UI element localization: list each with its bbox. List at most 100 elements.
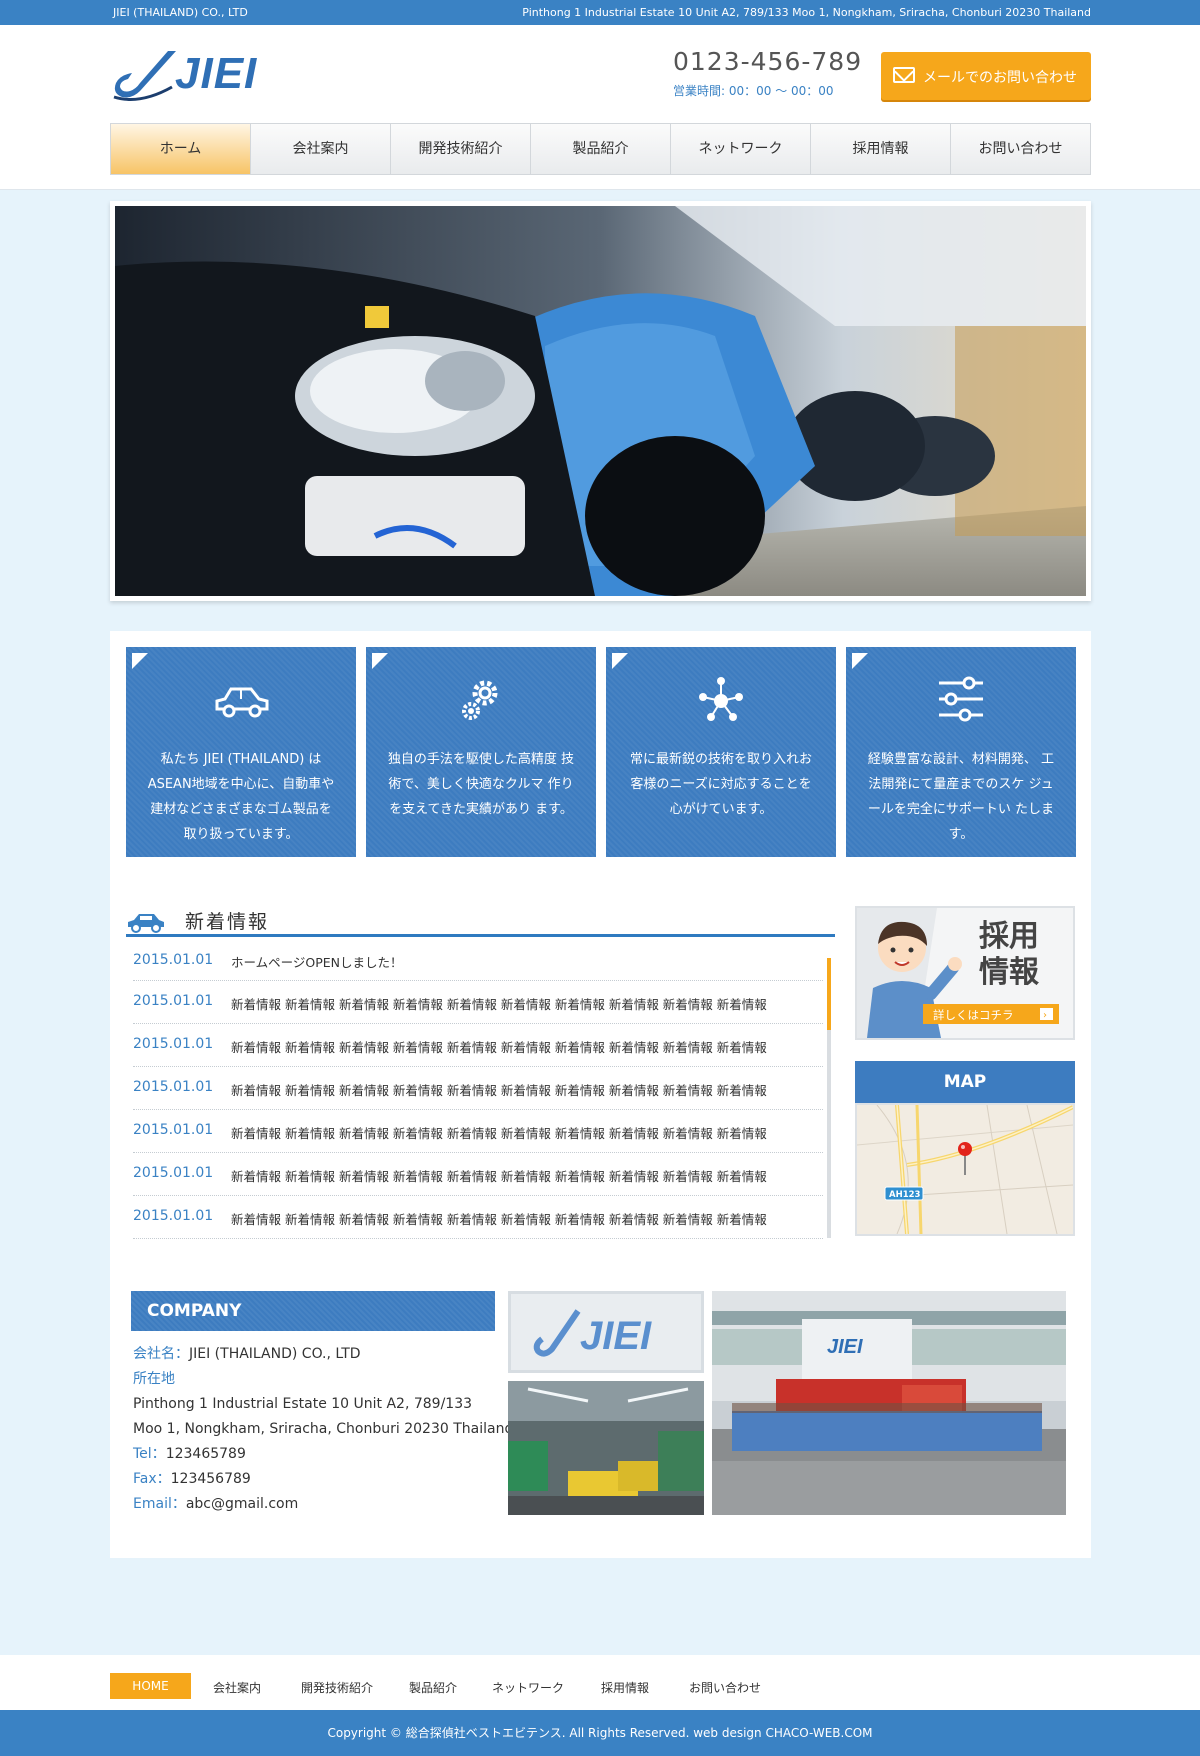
news-date: 2015.01.01 — [133, 952, 214, 968]
car-icon — [215, 687, 269, 718]
hero-image — [115, 206, 1086, 596]
company-fax-label: Fax： — [133, 1471, 171, 1487]
topbar-address: Pinthong 1 Industrial Estate 10 Unit A2,… — [522, 6, 1091, 19]
phone-number: 0123-456-789 — [673, 47, 863, 76]
logo-swoosh-icon — [113, 51, 176, 101]
news-date: 2015.01.01 — [133, 1165, 214, 1181]
header: JIEI 0123-456-789 営業時間: 00：00 〜 00：00 メー… — [0, 25, 1200, 190]
business-hours: 営業時間: 00：00 〜 00：00 — [673, 84, 834, 98]
news-item[interactable]: 2015.01.01 ホームページOPENしました！ — [133, 945, 823, 981]
company-tel-label: Tel： — [133, 1446, 166, 1462]
company-name-label: 会社名： — [133, 1346, 189, 1362]
news-item[interactable]: 2015.01.01 新着情報 新着情報 新着情報 新着情報 新着情報 新着情報… — [133, 1153, 823, 1196]
recruit-illustration: 採用 情報 詳しくはコチラ › — [857, 908, 1073, 1038]
main-nav: ホーム 会社案内 開発技術紹介 製品紹介 ネットワーク 採用情報 お問い合わせ — [110, 123, 1091, 175]
logo-text: JIEI — [175, 49, 258, 98]
sliders-icon — [939, 676, 983, 722]
mail-contact-label: メールでのお問い合わせ — [923, 70, 1077, 86]
feature-text-1: 私たち JIEI (THAILAND) は ASEAN地域を中心に、自動車や 建… — [147, 752, 335, 842]
footer-nav-home[interactable]: HOME — [110, 1673, 191, 1699]
building-team-image: JIEI — [712, 1291, 1066, 1515]
nav-network[interactable]: ネットワーク — [671, 124, 811, 174]
photo-logo-text: JIEI — [580, 1314, 652, 1358]
news-date: 2015.01.01 — [133, 1079, 214, 1095]
news-item[interactable]: 2015.01.01 新着情報 新着情報 新着情報 新着情報 新着情報 新着情報… — [133, 1110, 823, 1153]
photo-logo-sign: JIEI — [508, 1291, 704, 1373]
news-heading: 新着情報 — [126, 901, 835, 937]
map-image: AH123 — [857, 1105, 1073, 1234]
nav-recruit[interactable]: 採用情報 — [811, 124, 951, 174]
gears-icon — [462, 680, 498, 720]
nav-home[interactable]: ホーム — [111, 124, 251, 174]
topbar-company: JIEI (THAILAND) CO., LTD — [113, 6, 248, 19]
footer-nav-network[interactable]: ネットワーク — [492, 1679, 564, 1696]
company-tel-row: Tel：123465789 — [133, 1442, 513, 1467]
mail-contact-button[interactable]: メールでのお問い合わせ — [881, 52, 1091, 100]
news-date: 2015.01.01 — [133, 993, 214, 1009]
company-name-row: 会社名：JIEI (THAILAND) CO., LTD — [133, 1342, 513, 1367]
company-email-row: Email：abc@gmail.com — [133, 1492, 513, 1517]
feature-text-2: 独自の手法を駆使した高精度 技術で、美しく快適なクルマ 作りを支えてきた実績があ… — [387, 752, 575, 817]
company-tel[interactable]: 123465789 — [166, 1446, 246, 1462]
top-bar: JIEI (THAILAND) CO., LTD Pinthong 1 Indu… — [0, 0, 1200, 25]
nav-company[interactable]: 会社案内 — [251, 124, 391, 174]
map-road-label: AH123 — [889, 1190, 921, 1200]
footer-nav-contact[interactable]: お問い合わせ — [689, 1679, 761, 1696]
news-text: 新着情報 新着情報 新着情報 新着情報 新着情報 新着情報 新着情報 新着情報 … — [231, 1126, 767, 1141]
company-fax-row: Fax：123456789 — [133, 1467, 513, 1492]
logo-sign-image: JIEI — [508, 1291, 704, 1373]
footer-nav-technology[interactable]: 開発技術紹介 — [301, 1679, 373, 1696]
car-icon — [128, 914, 164, 933]
arrow-icon: › — [1043, 1010, 1047, 1021]
site-logo[interactable]: JIEI — [110, 47, 290, 103]
company-email-label: Email： — [133, 1496, 186, 1512]
company-info: 会社名：JIEI (THAILAND) CO., LTD 所在地 Pinthon… — [133, 1342, 513, 1517]
hero-banner — [110, 201, 1091, 601]
news-date: 2015.01.01 — [133, 1208, 214, 1224]
photo-factory-floor — [508, 1381, 704, 1515]
news-text: ホームページOPENしました！ — [231, 955, 403, 970]
footer-nav-products[interactable]: 製品紹介 — [409, 1679, 457, 1696]
news-scrollbar[interactable] — [827, 958, 831, 1238]
feature-text-3: 常に最新鋭の技術を取り入れお 客様のニーズに対応することを 心がけています。 — [629, 752, 812, 817]
map-widget[interactable]: AH123 — [855, 1103, 1075, 1236]
company-location-label: 所在地 — [133, 1371, 175, 1387]
news-title: 新着情報 — [185, 911, 270, 933]
news-list: 2015.01.01 ホームページOPENしました！ 2015.01.01 新着… — [133, 945, 823, 1239]
network-icon — [699, 677, 743, 721]
map-heading: MAP — [855, 1061, 1075, 1103]
factory-floor-image — [508, 1381, 704, 1515]
company-address-2: Moo 1, Nongkham, Sriracha, Chonburi 2023… — [133, 1421, 514, 1437]
company-email[interactable]: abc@gmail.com — [186, 1496, 298, 1512]
photo-building-text: JIEI — [827, 1336, 863, 1358]
recruit-title-2: 情報 — [979, 955, 1040, 990]
news-text: 新着情報 新着情報 新着情報 新着情報 新着情報 新着情報 新着情報 新着情報 … — [231, 1212, 767, 1227]
news-text: 新着情報 新着情報 新着情報 新着情報 新着情報 新着情報 新着情報 新着情報 … — [231, 1169, 767, 1184]
news-scrollbar-thumb[interactable] — [827, 958, 831, 1030]
footer-nav-recruit[interactable]: 採用情報 — [601, 1679, 649, 1696]
news-text: 新着情報 新着情報 新着情報 新着情報 新着情報 新着情報 新着情報 新着情報 … — [231, 997, 767, 1012]
nav-products[interactable]: 製品紹介 — [531, 124, 671, 174]
recruit-banner[interactable]: 採用 情報 詳しくはコチラ › — [855, 906, 1075, 1040]
feature-text-4: 経験豊富な設計、材料開発、 工法開発にて量産までのスケ ジュールを完全にサポート… — [867, 752, 1055, 842]
feature-card-2[interactable]: 独自の手法を駆使した高精度 技術で、美しく快適なクルマ 作りを支えてきた実績があ… — [366, 647, 596, 857]
footer-nav: HOME 会社案内 開発技術紹介 製品紹介 ネットワーク 採用情報 お問い合わせ — [0, 1655, 1200, 1710]
recruit-button-label: 詳しくはコチラ — [933, 1008, 1014, 1022]
news-item[interactable]: 2015.01.01 新着情報 新着情報 新着情報 新着情報 新着情報 新着情報… — [133, 981, 823, 1024]
feature-card-3[interactable]: 常に最新鋭の技術を取り入れお 客様のニーズに対応することを 心がけています。 — [606, 647, 836, 857]
feature-card-1[interactable]: 私たち JIEI (THAILAND) は ASEAN地域を中心に、自動車や 建… — [126, 647, 356, 857]
mail-icon — [893, 67, 915, 83]
company-heading: COMPANY — [131, 1291, 495, 1331]
news-item[interactable]: 2015.01.01 新着情報 新着情報 新着情報 新着情報 新着情報 新着情報… — [133, 1196, 823, 1239]
copyright: Copyright © 総合探偵社ベストエビテンス. All Rights Re… — [0, 1710, 1200, 1756]
nav-technology[interactable]: 開発技術紹介 — [391, 124, 531, 174]
footer-nav-company[interactable]: 会社案内 — [213, 1679, 261, 1696]
feature-card-4[interactable]: 経験豊富な設計、材料開発、 工法開発にて量産までのスケ ジュールを完全にサポート… — [846, 647, 1076, 857]
news-item[interactable]: 2015.01.01 新着情報 新着情報 新着情報 新着情報 新着情報 新着情報… — [133, 1024, 823, 1067]
content-panel: 私たち JIEI (THAILAND) は ASEAN地域を中心に、自動車や 建… — [110, 631, 1091, 1558]
news-text: 新着情報 新着情報 新着情報 新着情報 新着情報 新着情報 新着情報 新着情報 … — [231, 1040, 767, 1055]
news-item[interactable]: 2015.01.01 新着情報 新着情報 新着情報 新着情報 新着情報 新着情報… — [133, 1067, 823, 1110]
company-name: JIEI (THAILAND) CO., LTD — [189, 1346, 361, 1362]
company-address-1: Pinthong 1 Industrial Estate 10 Unit A2,… — [133, 1396, 473, 1412]
nav-contact[interactable]: お問い合わせ — [951, 124, 1090, 174]
